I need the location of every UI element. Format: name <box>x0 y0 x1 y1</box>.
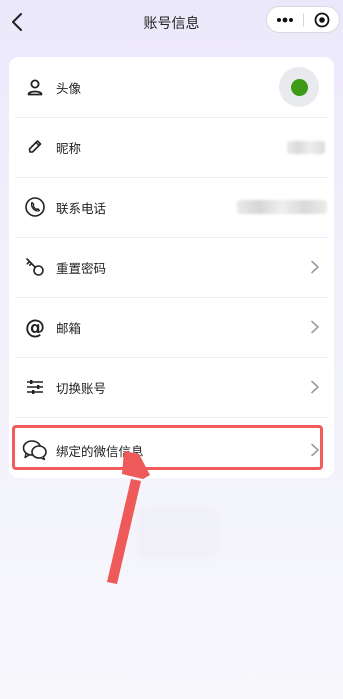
highlight-box <box>12 425 323 470</box>
phone-icon <box>22 194 48 220</box>
nickname-value-blurred <box>287 140 325 154</box>
chevron-right-icon <box>311 260 319 274</box>
sliders-icon <box>22 374 48 400</box>
row-nickname[interactable]: 昵称 <box>9 117 334 177</box>
chevron-right-icon <box>311 380 319 394</box>
record-circle-icon <box>314 12 329 27</box>
row-label-avatar: 头像 <box>56 80 82 96</box>
account-info-card: 头像 昵称 联系电话 重置密码 @ 邮箱 切换账号 绑定的微信信息 <box>9 57 334 478</box>
nav-bar: 账号信息 <box>0 0 343 44</box>
key-icon <box>22 254 48 280</box>
more-dots-icon <box>277 17 293 22</box>
mini-program-capsule <box>266 6 340 33</box>
row-phone[interactable]: 联系电话 <box>9 177 334 237</box>
row-label-reset-password: 重置密码 <box>56 260 107 276</box>
avatar-image <box>290 78 308 96</box>
row-switch-account[interactable]: 切换账号 <box>9 357 334 417</box>
close-button[interactable] <box>304 7 339 32</box>
avatar[interactable] <box>279 67 319 107</box>
pencil-icon <box>22 134 48 160</box>
row-label-phone: 联系电话 <box>56 200 107 216</box>
row-label-switch-account: 切换账号 <box>56 380 107 396</box>
ghost-shape <box>138 508 218 558</box>
at-icon: @ <box>25 315 45 339</box>
row-email[interactable]: @ 邮箱 <box>9 297 334 357</box>
row-avatar[interactable]: 头像 <box>9 57 334 117</box>
divider <box>15 417 328 418</box>
chevron-right-icon <box>311 320 319 334</box>
more-button[interactable] <box>267 7 303 32</box>
row-label-nickname: 昵称 <box>56 140 82 156</box>
phone-value-blurred <box>237 200 327 214</box>
user-icon <box>22 74 48 100</box>
row-label-email: 邮箱 <box>56 320 82 336</box>
row-reset-password[interactable]: 重置密码 <box>9 237 334 297</box>
